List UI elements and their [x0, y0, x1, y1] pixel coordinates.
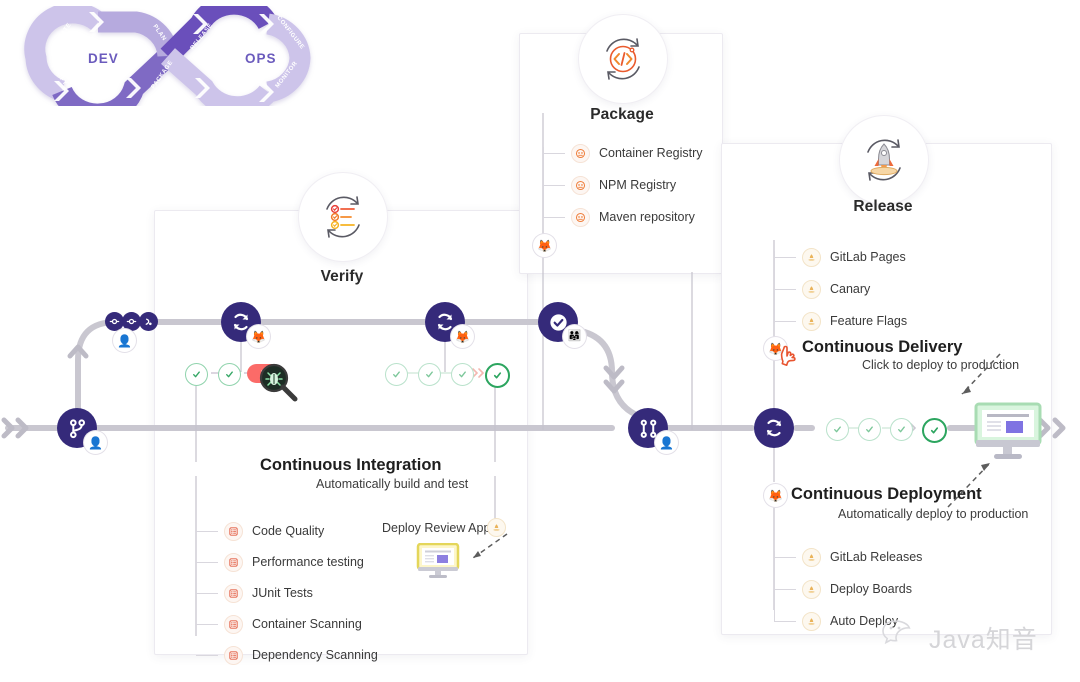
list-tick: [543, 216, 565, 218]
devops-loop-logo: DEV OPS CREATE PLAN VERIFY PACKAGE RELEA…: [18, 0, 318, 125]
continuous-delivery-title: Continuous Delivery: [802, 338, 963, 356]
release-item-label: GitLab Pages: [830, 250, 906, 264]
wechat-icon: [881, 618, 921, 657]
list-tick: [774, 256, 796, 258]
release-item-canary[interactable]: Canary: [774, 276, 907, 302]
job-status-passed[interactable]: [185, 363, 208, 386]
verify-stage-icon: [298, 172, 388, 262]
package-item-npm-registry[interactable]: NPM Registry: [543, 172, 703, 198]
job-status-passed[interactable]: [385, 363, 408, 386]
registry-icon: [571, 207, 590, 227]
job-status-passed[interactable]: [418, 363, 441, 386]
avatar: 🦊: [533, 234, 556, 257]
ci-item-label: JUnit Tests: [252, 586, 313, 600]
click-cursor-icon: [776, 345, 802, 378]
avatar: 👤: [655, 431, 678, 454]
package-feature-list: Container Registry NPM Registry Maven re…: [543, 140, 703, 230]
release-stage-icon: [839, 115, 929, 205]
package-item-container-registry[interactable]: Container Registry: [543, 140, 703, 166]
registry-icon: [571, 143, 590, 163]
release-feature-list: GitLab Pages Canary Feature Flags: [774, 244, 907, 334]
watermark: Java知音: [881, 618, 1038, 657]
ci-item-label: Container Scanning: [252, 617, 362, 631]
package-item-label: Container Registry: [599, 146, 703, 160]
job-status-passed[interactable]: [826, 418, 849, 441]
package-item-label: NPM Registry: [599, 178, 677, 192]
cd-item-deploy-boards[interactable]: Deploy Boards: [774, 576, 922, 602]
job-status-passed[interactable]: [451, 363, 474, 386]
ci-item-label: Performance testing: [252, 555, 364, 569]
ci-item-junit-tests[interactable]: JUnit Tests: [196, 580, 378, 606]
avatar: 🦊: [247, 325, 270, 348]
list-tick: [543, 152, 565, 154]
production-arrow-top: [961, 353, 1001, 395]
job-status-passed[interactable]: [218, 363, 241, 386]
list-tick: [774, 556, 796, 558]
job-status-passed[interactable]: [890, 418, 913, 441]
package-stage-title: Package: [590, 106, 654, 123]
commit-dot[interactable]: [139, 312, 158, 331]
release-icon: [802, 547, 821, 567]
test-list-icon: [224, 645, 243, 665]
logo-dev-label: DEV: [88, 51, 119, 66]
test-list-icon: [224, 552, 243, 572]
devops-pipeline-diagram: DEV OPS CREATE PLAN VERIFY PACKAGE RELEA…: [0, 0, 1080, 682]
ci-item-dependency-scanning[interactable]: Dependency Scanning: [196, 642, 378, 668]
release-item-label: Canary: [830, 282, 871, 296]
release-icon: [802, 279, 821, 299]
ci-item-label: Dependency Scanning: [252, 648, 378, 662]
job-status-passed[interactable]: [858, 418, 881, 441]
list-tick: [774, 588, 796, 590]
release-icon: [802, 579, 821, 599]
deploy-node[interactable]: [754, 408, 794, 448]
package-stage-icon: [578, 14, 668, 104]
cd-item-gitlab-releases[interactable]: GitLab Releases: [774, 544, 922, 570]
list-tick: [196, 654, 218, 656]
release-item-gitlab-pages[interactable]: GitLab Pages: [774, 244, 907, 270]
release-icon: [802, 311, 821, 331]
job-status-passed-final[interactable]: [485, 363, 510, 388]
ci-item-performance-testing[interactable]: Performance testing: [196, 549, 378, 575]
list-tick: [196, 561, 218, 563]
test-list-icon: [224, 583, 243, 603]
release-item-label: Feature Flags: [830, 314, 908, 328]
list-tick: [196, 592, 218, 594]
release-icon: [802, 611, 821, 631]
list-tick: [774, 620, 796, 622]
ci-item-container-scanning[interactable]: Container Scanning: [196, 611, 378, 637]
bug-magnifier-icon[interactable]: [258, 362, 300, 409]
test-list-icon: [224, 614, 243, 634]
ci-item-code-quality[interactable]: Code Quality: [196, 518, 378, 544]
release-icon: [802, 247, 821, 267]
cd-item-label: GitLab Releases: [830, 550, 923, 564]
continuous-integration-subtitle: Automatically build and test: [316, 477, 469, 491]
test-list-icon: [224, 521, 243, 541]
avatar: 👤: [113, 329, 136, 352]
ci-item-label: Code Quality: [252, 524, 325, 538]
registry-icon: [571, 175, 590, 195]
logo-ops-label: OPS: [245, 51, 277, 66]
avatar: 👤: [84, 431, 107, 454]
group-avatar: 👨‍👩‍👧: [563, 325, 586, 348]
production-arrow-bottom: [947, 462, 991, 508]
review-app-arrow: [472, 533, 508, 559]
list-tick: [543, 184, 565, 186]
release-stage-title: Release: [853, 198, 913, 215]
avatar: 🦊: [451, 325, 474, 348]
avatar: 🦊: [764, 484, 787, 507]
package-item-label: Maven repository: [599, 210, 695, 224]
list-tick: [196, 623, 218, 625]
list-tick: [196, 530, 218, 532]
package-item-maven-repository[interactable]: Maven repository: [543, 204, 703, 230]
continuous-integration-list: Code Quality Performance testing JUnit T…: [196, 518, 378, 668]
list-tick: [774, 288, 796, 290]
job-status-passed-final[interactable]: [922, 418, 947, 443]
watermark-text: Java知音: [929, 625, 1038, 654]
review-app-monitor-icon: [416, 542, 460, 584]
continuous-integration-title: Continuous Integration: [260, 456, 442, 474]
cd-item-label: Deploy Boards: [830, 582, 912, 596]
release-item-feature-flags[interactable]: Feature Flags: [774, 308, 907, 334]
verify-stage-title: Verify: [320, 268, 364, 285]
list-tick: [774, 320, 796, 322]
